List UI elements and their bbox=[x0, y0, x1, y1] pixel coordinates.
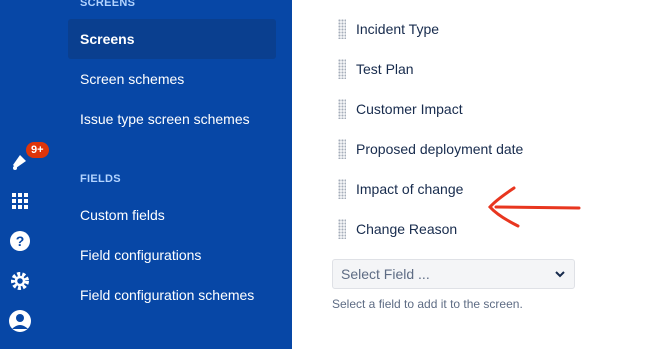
screen-field-row[interactable]: Incident Type bbox=[338, 17, 439, 41]
drag-handle-icon[interactable] bbox=[338, 99, 346, 119]
screen-field-row[interactable]: Customer Impact bbox=[338, 97, 463, 121]
global-nav-rail: 9+ ? bbox=[0, 0, 52, 349]
sidebar-item-label: Issue type screen schemes bbox=[80, 111, 250, 127]
drag-handle-icon[interactable] bbox=[338, 139, 346, 159]
help-icon[interactable]: ? bbox=[8, 229, 32, 253]
sidebar-item-screens[interactable]: Screens bbox=[68, 19, 276, 59]
chevron-down-icon bbox=[555, 271, 565, 278]
sidebar-item-label: Screens bbox=[80, 31, 135, 47]
sidebar-item-label: Field configurations bbox=[80, 247, 202, 263]
screen-field-row[interactable]: Impact of change bbox=[338, 177, 463, 201]
settings-icon[interactable] bbox=[8, 269, 32, 293]
field-label: Incident Type bbox=[356, 21, 440, 37]
notification-badge: 9+ bbox=[26, 142, 49, 158]
sidebar-item-issue-type-screen-schemes[interactable]: Issue type screen schemes bbox=[68, 99, 276, 139]
field-label: Proposed deployment date bbox=[356, 141, 524, 157]
field-label: Impact of change bbox=[356, 181, 464, 197]
sidebar-item-label: Custom fields bbox=[80, 207, 165, 223]
sidebar-item-screen-schemes[interactable]: Screen schemes bbox=[68, 59, 276, 99]
screen-field-row[interactable]: Proposed deployment date bbox=[338, 137, 523, 161]
drag-handle-icon[interactable] bbox=[338, 59, 346, 79]
section-heading-screens: SCREENS bbox=[80, 0, 136, 9]
profile-icon[interactable] bbox=[8, 309, 32, 333]
drag-handle-icon[interactable] bbox=[338, 19, 346, 39]
select-field-hint: Select a field to add it to the screen. bbox=[332, 297, 523, 311]
screen-field-row[interactable]: Change Reason bbox=[338, 217, 457, 241]
sidebar-item-field-configuration-schemes[interactable]: Field configuration schemes bbox=[68, 275, 276, 315]
admin-sidebar: SCREENS Screens Screen schemes Issue typ… bbox=[52, 0, 292, 349]
annotation-arrow-icon bbox=[488, 186, 581, 228]
field-label: Test Plan bbox=[356, 61, 414, 77]
sidebar-item-custom-fields[interactable]: Custom fields bbox=[68, 195, 276, 235]
drag-handle-icon[interactable] bbox=[338, 179, 346, 199]
screen-field-row[interactable]: Test Plan bbox=[338, 57, 414, 81]
field-label: Change Reason bbox=[356, 221, 458, 237]
app-switcher-icon[interactable] bbox=[8, 189, 32, 213]
sidebar-item-field-configurations[interactable]: Field configurations bbox=[68, 235, 276, 275]
svg-text:?: ? bbox=[16, 233, 25, 249]
section-heading-fields: FIELDS bbox=[80, 173, 121, 185]
sidebar-item-label: Field configuration schemes bbox=[80, 287, 255, 303]
drag-handle-icon[interactable] bbox=[338, 219, 346, 239]
select-field-dropdown[interactable]: Select Field ... bbox=[332, 259, 575, 289]
sidebar-item-label: Screen schemes bbox=[80, 71, 185, 87]
field-label: Customer Impact bbox=[356, 101, 463, 117]
select-field-placeholder: Select Field ... bbox=[341, 266, 430, 282]
